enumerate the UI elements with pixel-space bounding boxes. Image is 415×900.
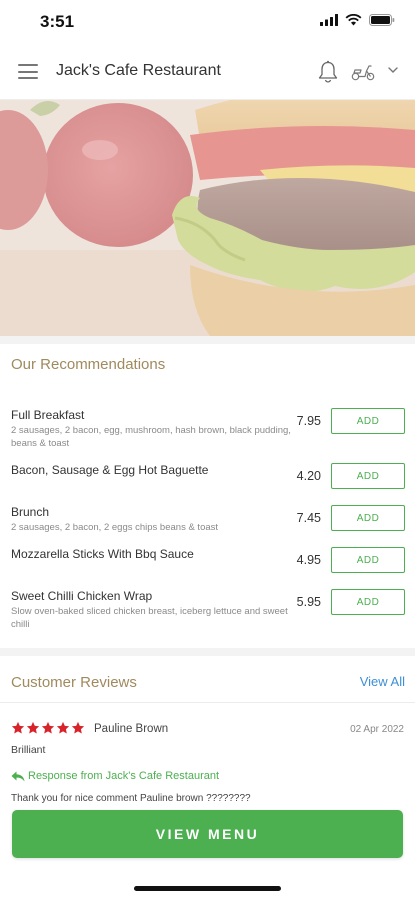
menu-item: Bacon, Sausage & Egg Hot Baguette 4.20 A…	[11, 463, 406, 489]
menu-item: Full Breakfast 2 sausages, 2 bacon, egg,…	[11, 408, 406, 450]
bell-icon[interactable]	[317, 60, 339, 84]
page-title: Jack's Cafe Restaurant	[56, 62, 221, 79]
add-button[interactable]: ADD	[331, 547, 405, 573]
view-all-link[interactable]: View All	[360, 674, 405, 689]
hero-image	[0, 100, 415, 336]
star-icon	[11, 721, 25, 734]
app-header: Jack's Cafe Restaurant	[0, 44, 415, 100]
menu-item: Brunch 2 sausages, 2 bacon, 2 eggs chips…	[11, 505, 406, 535]
recommendations-title: Our Recommendations	[11, 356, 166, 373]
scooter-icon[interactable]	[351, 63, 375, 81]
item-price: 7.95	[296, 414, 321, 428]
rating-stars	[11, 721, 85, 735]
signal-icon	[320, 14, 338, 26]
reviews-title: Customer Reviews	[11, 674, 137, 691]
star-icon	[56, 721, 70, 734]
reviewer-name: Pauline Brown	[94, 723, 169, 735]
status-icons	[320, 14, 395, 26]
status-bar: 3:51	[0, 0, 415, 44]
star-icon	[71, 721, 85, 734]
add-button[interactable]: ADD	[331, 589, 405, 615]
home-indicator	[134, 886, 281, 891]
divider	[0, 702, 415, 703]
item-name: Mozzarella Sticks With Bbq Sauce	[11, 547, 194, 561]
add-button[interactable]: ADD	[331, 505, 405, 531]
status-time: 3:51	[40, 12, 75, 31]
item-name: Sweet Chilli Chicken Wrap	[11, 589, 153, 603]
review-date: 02 Apr 2022	[350, 724, 404, 735]
star-icon	[41, 721, 55, 734]
item-price: 5.95	[296, 595, 321, 609]
menu-item: Mozzarella Sticks With Bbq Sauce 4.95 AD…	[11, 547, 406, 573]
battery-icon	[369, 14, 395, 26]
section-divider	[0, 336, 415, 344]
reply-arrow-icon	[11, 771, 25, 781]
view-menu-button[interactable]: VIEW MENU	[12, 810, 403, 858]
response-label: Response from Jack's Cafe Restaurant	[28, 770, 220, 782]
item-name: Bacon, Sausage & Egg Hot Baguette	[11, 463, 209, 477]
item-name: Full Breakfast	[11, 408, 85, 422]
item-price: 4.20	[296, 469, 321, 483]
item-price: 7.45	[296, 511, 321, 525]
item-description: 2 sausages, 2 bacon, 2 eggs chips beans …	[11, 522, 219, 533]
item-description: 2 sausages, 2 bacon, egg, mushroom, hash…	[11, 425, 291, 449]
menu-item: Sweet Chilli Chicken Wrap Slow oven-bake…	[11, 589, 406, 631]
item-name: Brunch	[11, 505, 50, 519]
star-icon	[26, 721, 40, 734]
wifi-icon	[345, 14, 362, 26]
item-description: Slow oven-baked sliced chicken breast, i…	[11, 606, 288, 630]
hamburger-icon[interactable]	[18, 64, 38, 79]
response-header: Response from Jack's Cafe Restaurant	[11, 770, 219, 782]
item-price: 4.95	[296, 553, 321, 567]
add-button[interactable]: ADD	[331, 463, 405, 489]
review-text: Brilliant	[11, 744, 46, 756]
chevron-down-icon[interactable]	[387, 66, 399, 74]
add-button[interactable]: ADD	[331, 408, 405, 434]
response-text: Thank you for nice comment Pauline brown…	[11, 793, 251, 804]
section-divider	[0, 648, 415, 656]
